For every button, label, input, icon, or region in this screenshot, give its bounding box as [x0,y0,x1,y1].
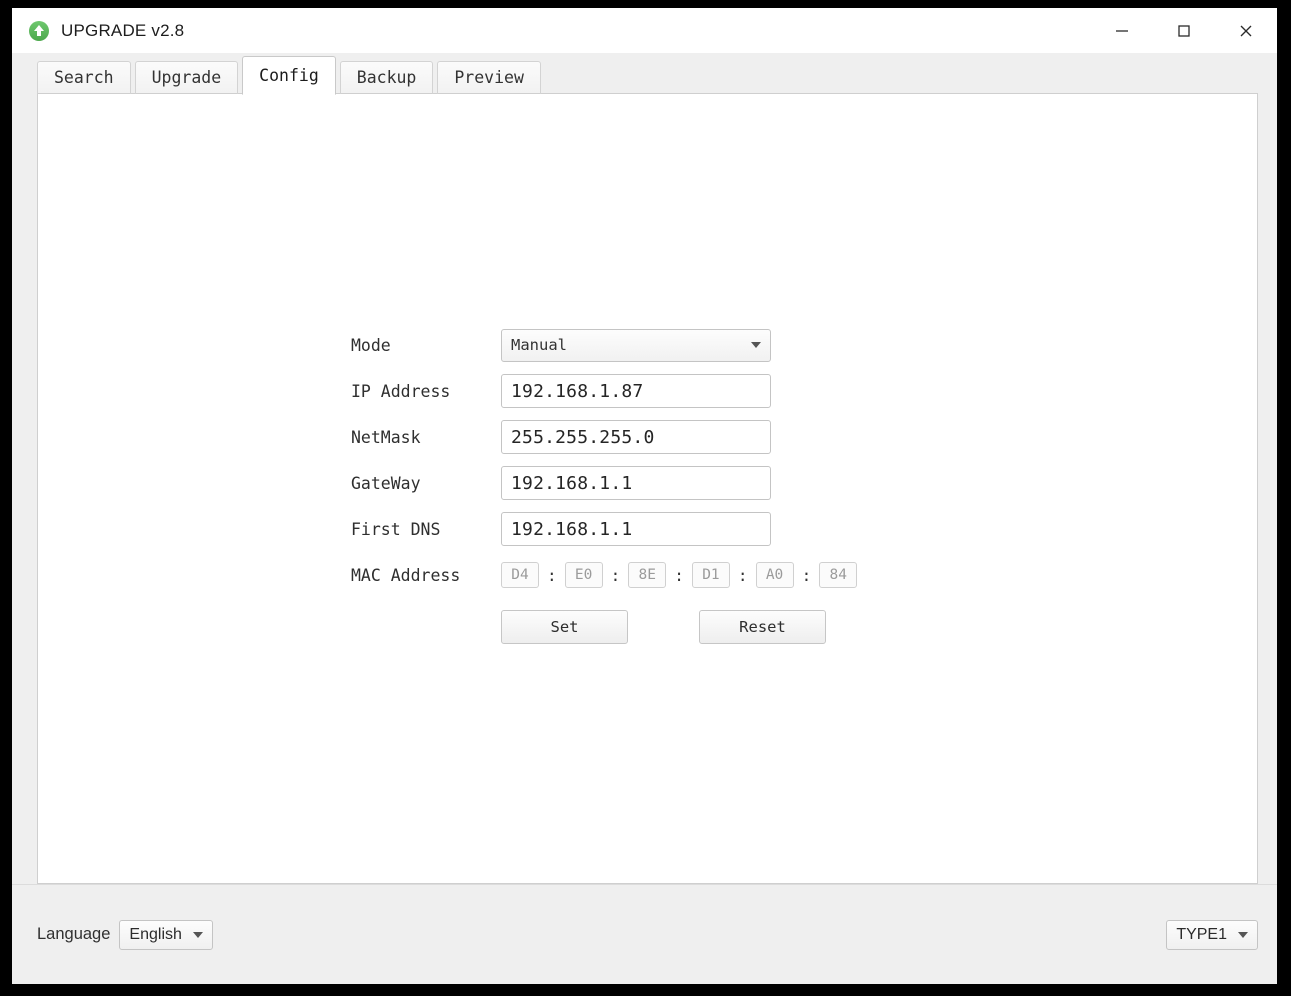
mac-octet-2[interactable]: E0 [564,562,603,588]
netmask-label: NetMask [351,427,421,447]
mac-separator: : [674,565,684,585]
form-button-row: Set Reset [501,610,857,644]
mac-octet-1[interactable]: D4 [501,562,539,588]
mac-octet-4[interactable]: D1 [691,562,730,588]
tab-search[interactable]: Search [37,61,131,94]
tab-content-panel: Mode Manual IP Address 192.168.1.87 NetM… [37,94,1258,884]
form-row-mac-address: MAC Address D4 : E0 : 8E : D1 : A0 : 84 [351,556,858,594]
maximize-icon[interactable] [1153,8,1215,53]
form-row-ip-address: IP Address 192.168.1.87 [351,372,857,410]
tab-backup[interactable]: Backup [339,61,434,94]
ip-address-label: IP Address [351,381,451,401]
form-row-netmask: NetMask 255.255.255.0 [351,418,857,456]
form-row-gateway: GateWay 192.168.1.1 [351,464,857,502]
set-button[interactable]: Set [501,610,628,644]
chevron-down-icon [1238,931,1248,938]
mac-octet-5[interactable]: A0 [755,562,794,588]
upload-arrow-icon [29,20,49,41]
network-config-form: Mode Manual IP Address 192.168.1.87 NetM… [351,326,858,644]
reset-button[interactable]: Reset [699,610,826,644]
mac-separator: : [610,565,621,585]
form-row-mode: Mode Manual [351,326,857,364]
window-controls [1091,8,1277,53]
minimize-icon[interactable] [1091,8,1153,53]
mac-separator: : [801,565,812,585]
application-window: UPGRADE v2.8 Search Upgrade Config Backu… [12,8,1277,984]
mode-label: Mode [351,335,391,355]
chevron-down-icon [751,342,761,348]
language-selected-value: English [129,925,182,943]
mac-separator: : [737,565,748,585]
language-label: Language [37,925,111,943]
tab-preview[interactable]: Preview [437,61,541,94]
type-select[interactable]: TYPE1 [1166,919,1258,950]
tab-config[interactable]: Config [242,56,336,95]
tab-strip: Search Upgrade Config Backup Preview [12,53,1277,95]
mode-selected-value: Manual [511,336,567,354]
mac-address-group: D4 : E0 : 8E : D1 : A0 : 84 [501,562,858,588]
window-title: UPGRADE v2.8 [61,20,185,40]
language-select[interactable]: English [119,919,213,950]
mac-octet-3[interactable]: 8E [628,562,667,588]
close-icon[interactable] [1215,8,1277,53]
mac-address-label: MAC Address [351,565,461,585]
status-bar: Language English TYPE1 [12,884,1277,984]
gateway-input[interactable]: 192.168.1.1 [501,466,771,500]
netmask-input[interactable]: 255.255.255.0 [501,420,771,454]
first-dns-input[interactable]: 192.168.1.1 [501,512,771,546]
mac-octet-6[interactable]: 84 [819,562,858,588]
tab-upgrade[interactable]: Upgrade [134,61,239,94]
form-row-first-dns: First DNS 192.168.1.1 [351,510,857,548]
mac-separator: : [547,565,557,585]
ip-address-input[interactable]: 192.168.1.87 [501,374,771,408]
gateway-label: GateWay [351,473,421,493]
title-bar: UPGRADE v2.8 [12,8,1277,53]
first-dns-label: First DNS [351,519,441,539]
mode-select[interactable]: Manual [501,328,771,362]
chevron-down-icon [192,931,203,938]
type-selected-value: TYPE1 [1176,925,1227,943]
